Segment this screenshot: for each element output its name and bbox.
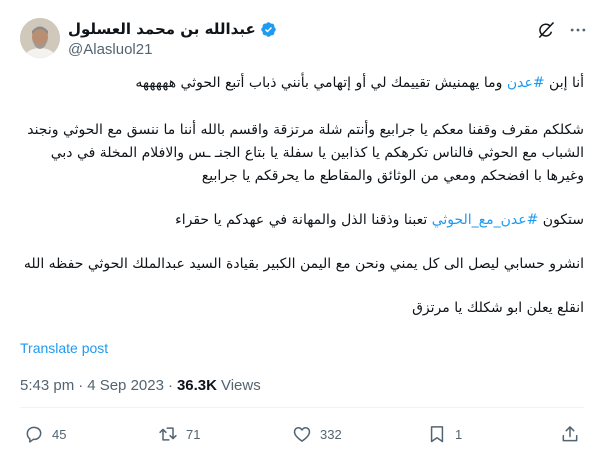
post-text: شكلكم مقرف وقفنا معكم يا جرابيع وأنتم شل… [27,122,584,184]
repost-icon [159,427,177,441]
post-body: أنا إبن #عدن وما يهمنيش تقييمك لي أو إته… [20,72,584,320]
hashtag-link[interactable]: #عدن [507,75,545,91]
post-meta: 5:43 pm · 4 Sep 2023 · 36.3K Views [20,377,261,394]
post-paragraph: انقلع يعلن ابو شكلك يا مرتزق [20,297,584,320]
post-paragraph: ستكون #عدن_مع_الحوثي تعبنا وذقنا الذل وا… [20,209,584,232]
hashtag-link[interactable]: #عدن_مع_الحوثي [432,212,539,228]
views-count[interactable]: 36.3K [177,377,217,394]
bookmark-count: 1 [455,426,463,442]
post-paragraph: أنا إبن #عدن وما يهمنيش تقييمك لي أو إته… [20,72,584,95]
divider [20,407,584,408]
post-date[interactable]: 4 Sep 2023 [87,377,164,394]
repost-button[interactable]: 71 [158,424,200,444]
author-handle[interactable]: @Alasluol21 [68,41,152,58]
repost-count: 71 [186,426,201,442]
grok-icon[interactable] [536,20,556,40]
meta-separator: · [167,377,173,394]
meta-separator: · [78,377,84,394]
author-display-name[interactable]: عبدالله بن محمد العسلول [68,20,256,38]
avatar-image [20,18,60,58]
views-label: Views [220,377,261,394]
author-name-row[interactable]: عبدالله بن محمد العسلول [68,20,277,38]
post-header: عبدالله بن محمد العسلول @Alasluol21 [0,0,604,64]
bookmark-icon [430,426,444,443]
reply-icon [26,426,42,443]
verified-badge-icon [260,21,276,37]
reply-button[interactable]: 45 [24,424,66,444]
post-text: أنا إبن [544,75,584,91]
post-text: تعبنا وذقنا الذل والمهانة في عهدكم يا حق… [175,212,432,228]
share-button[interactable] [560,424,580,444]
post-text: وما يهمنيش تقييمك لي أو إتهامي بأنني ذبا… [135,75,507,91]
share-icon [562,426,578,442]
action-bar: 45 71 332 1 [20,424,584,448]
post-time[interactable]: 5:43 pm [20,377,74,394]
post-paragraph: شكلكم مقرف وقفنا معكم يا جرابيع وأنتم شل… [20,119,584,188]
post-text: انقلع يعلن ابو شكلك يا مرتزق [412,300,584,316]
like-button[interactable]: 332 [292,424,342,444]
reply-count: 45 [52,426,67,442]
post-paragraph: انشرو حسابي ليصل الى كل يمني ونحن مع الي… [20,253,584,276]
translate-post-link[interactable]: Translate post [20,340,108,356]
more-icon[interactable] [568,20,588,40]
like-count: 332 [320,426,342,442]
post-text: ستكون [538,212,584,228]
bookmark-button[interactable]: 1 [427,424,462,444]
post-text: انشرو حسابي ليصل الى كل يمني ونحن مع الي… [23,256,584,272]
avatar[interactable] [20,18,60,58]
like-icon [293,427,311,442]
